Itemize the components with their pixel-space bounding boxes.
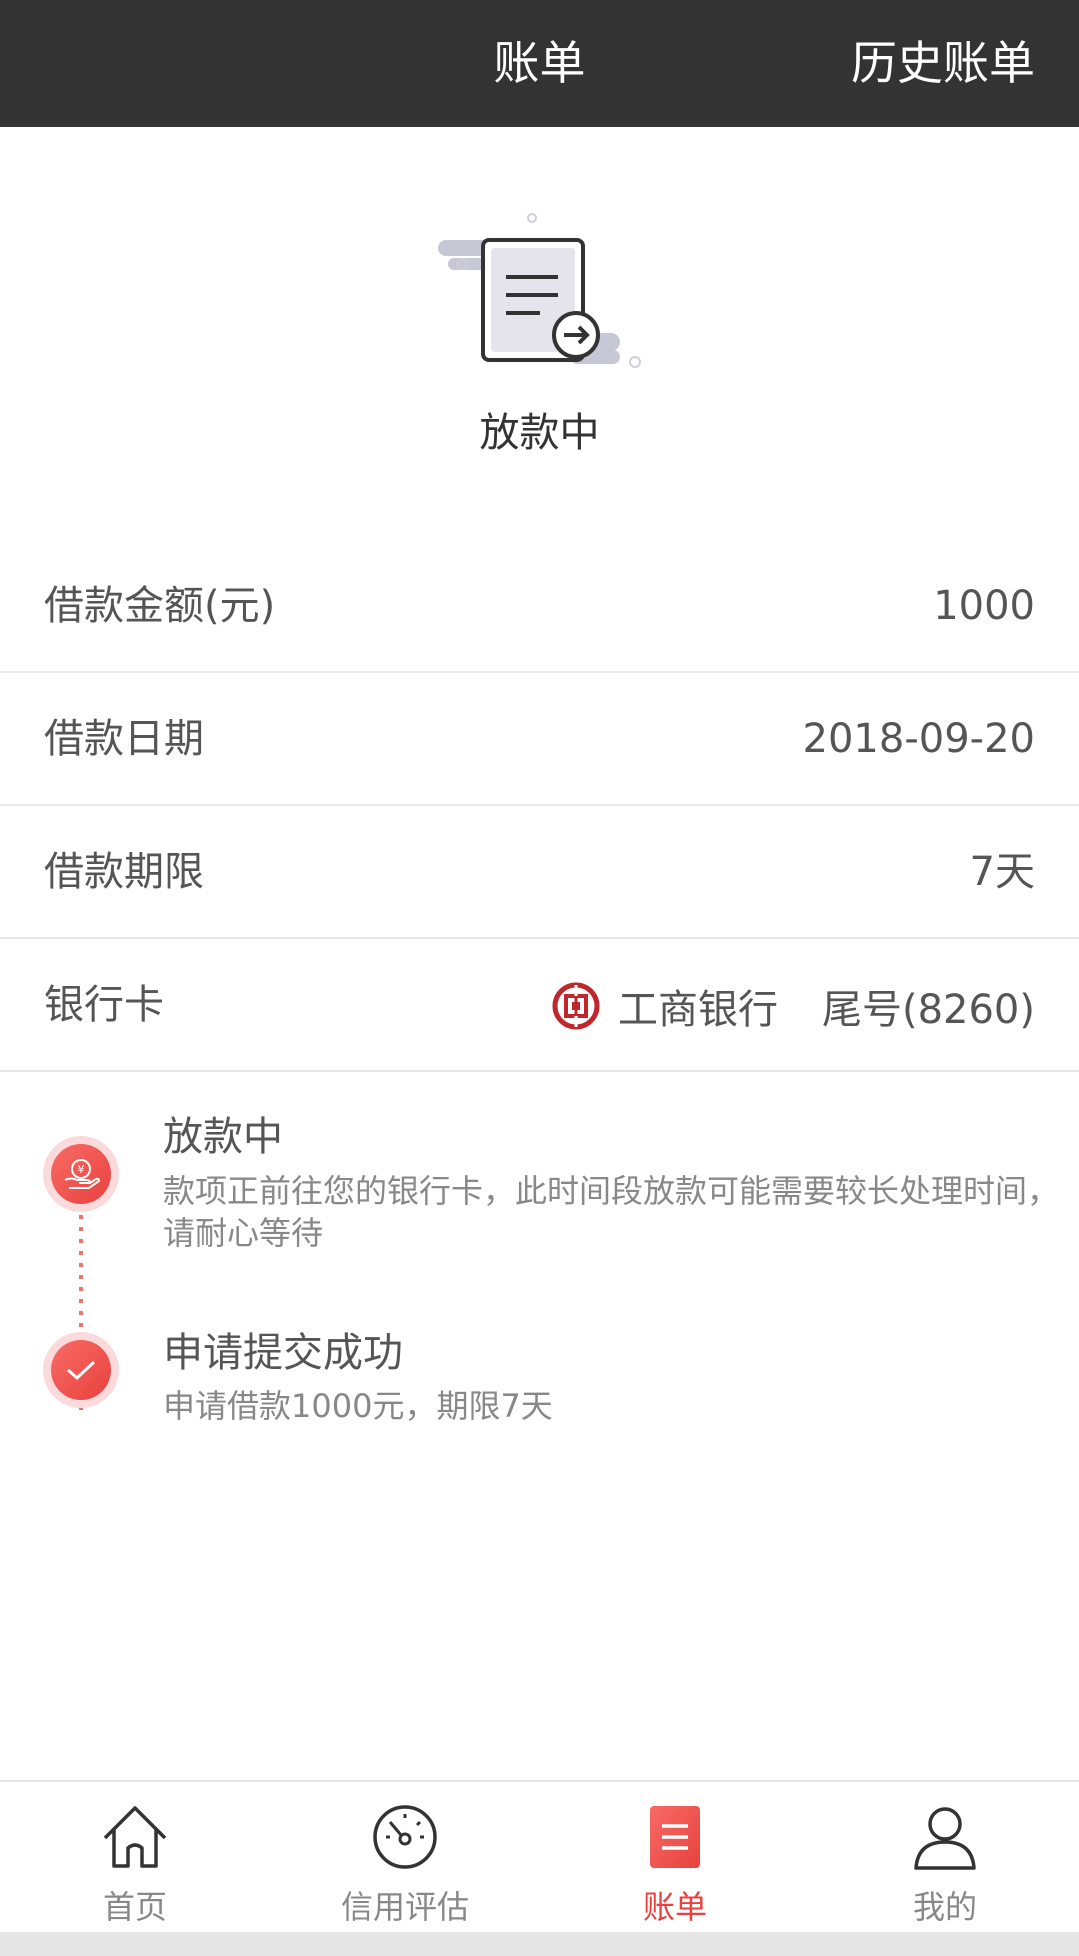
detail-value: 1000 bbox=[933, 583, 1035, 629]
top-bar: 账单 历史账单 bbox=[0, 0, 1079, 127]
user-icon bbox=[914, 1807, 976, 1870]
timeline-step-title: 放款中 bbox=[163, 1114, 283, 1160]
detail-value: 2018-09-20 bbox=[802, 716, 1035, 762]
detail-row-amount: 借款金额(元) 1000 bbox=[0, 540, 1079, 673]
tab-label: 首页 bbox=[102, 1888, 167, 1926]
detail-label: 借款期限 bbox=[44, 849, 204, 895]
yen-hand-icon: ¥ bbox=[43, 1136, 119, 1212]
progress-timeline: ¥ 放款中 款项正前往您的银行卡，此时间段放款可能需要较长处理时间，请耐心等待 … bbox=[0, 1080, 1079, 1440]
tab-label: 信用评估 bbox=[340, 1888, 469, 1926]
tab-home[interactable]: 首页 bbox=[0, 1782, 270, 1932]
gauge-icon bbox=[373, 1805, 437, 1869]
bottom-tab-bar: 首页 信用评估 账单 我的 bbox=[0, 1780, 1079, 1932]
document-arrow-icon bbox=[438, 213, 641, 368]
bank-card-tail: 尾号(8260) bbox=[821, 986, 1035, 1033]
tab-label: 账单 bbox=[642, 1888, 707, 1926]
home-icon bbox=[103, 1806, 167, 1868]
tab-bills[interactable]: 账单 bbox=[540, 1782, 810, 1932]
bill-icon bbox=[650, 1806, 700, 1868]
check-icon bbox=[43, 1332, 119, 1408]
timeline-step-title: 申请提交成功 bbox=[163, 1330, 403, 1376]
svg-text:¥: ¥ bbox=[78, 1163, 85, 1176]
history-bills-button[interactable]: 历史账单 bbox=[851, 0, 1035, 127]
tab-label: 我的 bbox=[912, 1888, 977, 1926]
home-indicator-area bbox=[0, 1932, 1079, 1956]
bank-name: 工商银行 bbox=[617, 986, 778, 1033]
tab-credit-assessment[interactable]: 信用评估 bbox=[270, 1782, 540, 1932]
detail-label: 借款日期 bbox=[44, 716, 204, 762]
timeline-step-desc: 款项正前往您的银行卡，此时间段放款可能需要较长处理时间，请耐心等待 bbox=[163, 1172, 1060, 1252]
timeline-step-desc: 申请借款1000元，期限7天 bbox=[163, 1387, 553, 1425]
status-title: 放款中 bbox=[479, 410, 600, 456]
detail-label: 银行卡 bbox=[44, 982, 164, 1028]
tab-mine[interactable]: 我的 bbox=[810, 1782, 1079, 1932]
loan-details: 借款金额(元) 1000 借款日期 2018-09-20 借款期限 7天 银行卡… bbox=[0, 540, 1079, 1072]
detail-value: 7天 bbox=[969, 849, 1035, 895]
detail-label: 借款金额(元) bbox=[44, 583, 276, 629]
detail-row-bank-card: 银行卡 工商银行 尾号(8260) bbox=[0, 939, 1079, 1072]
detail-row-date: 借款日期 2018-09-20 bbox=[0, 673, 1079, 806]
icbc-logo-icon bbox=[552, 982, 600, 1029]
bank-info: 工商银行 尾号(8260) bbox=[552, 939, 1035, 1072]
detail-row-term: 借款期限 7天 bbox=[0, 806, 1079, 939]
